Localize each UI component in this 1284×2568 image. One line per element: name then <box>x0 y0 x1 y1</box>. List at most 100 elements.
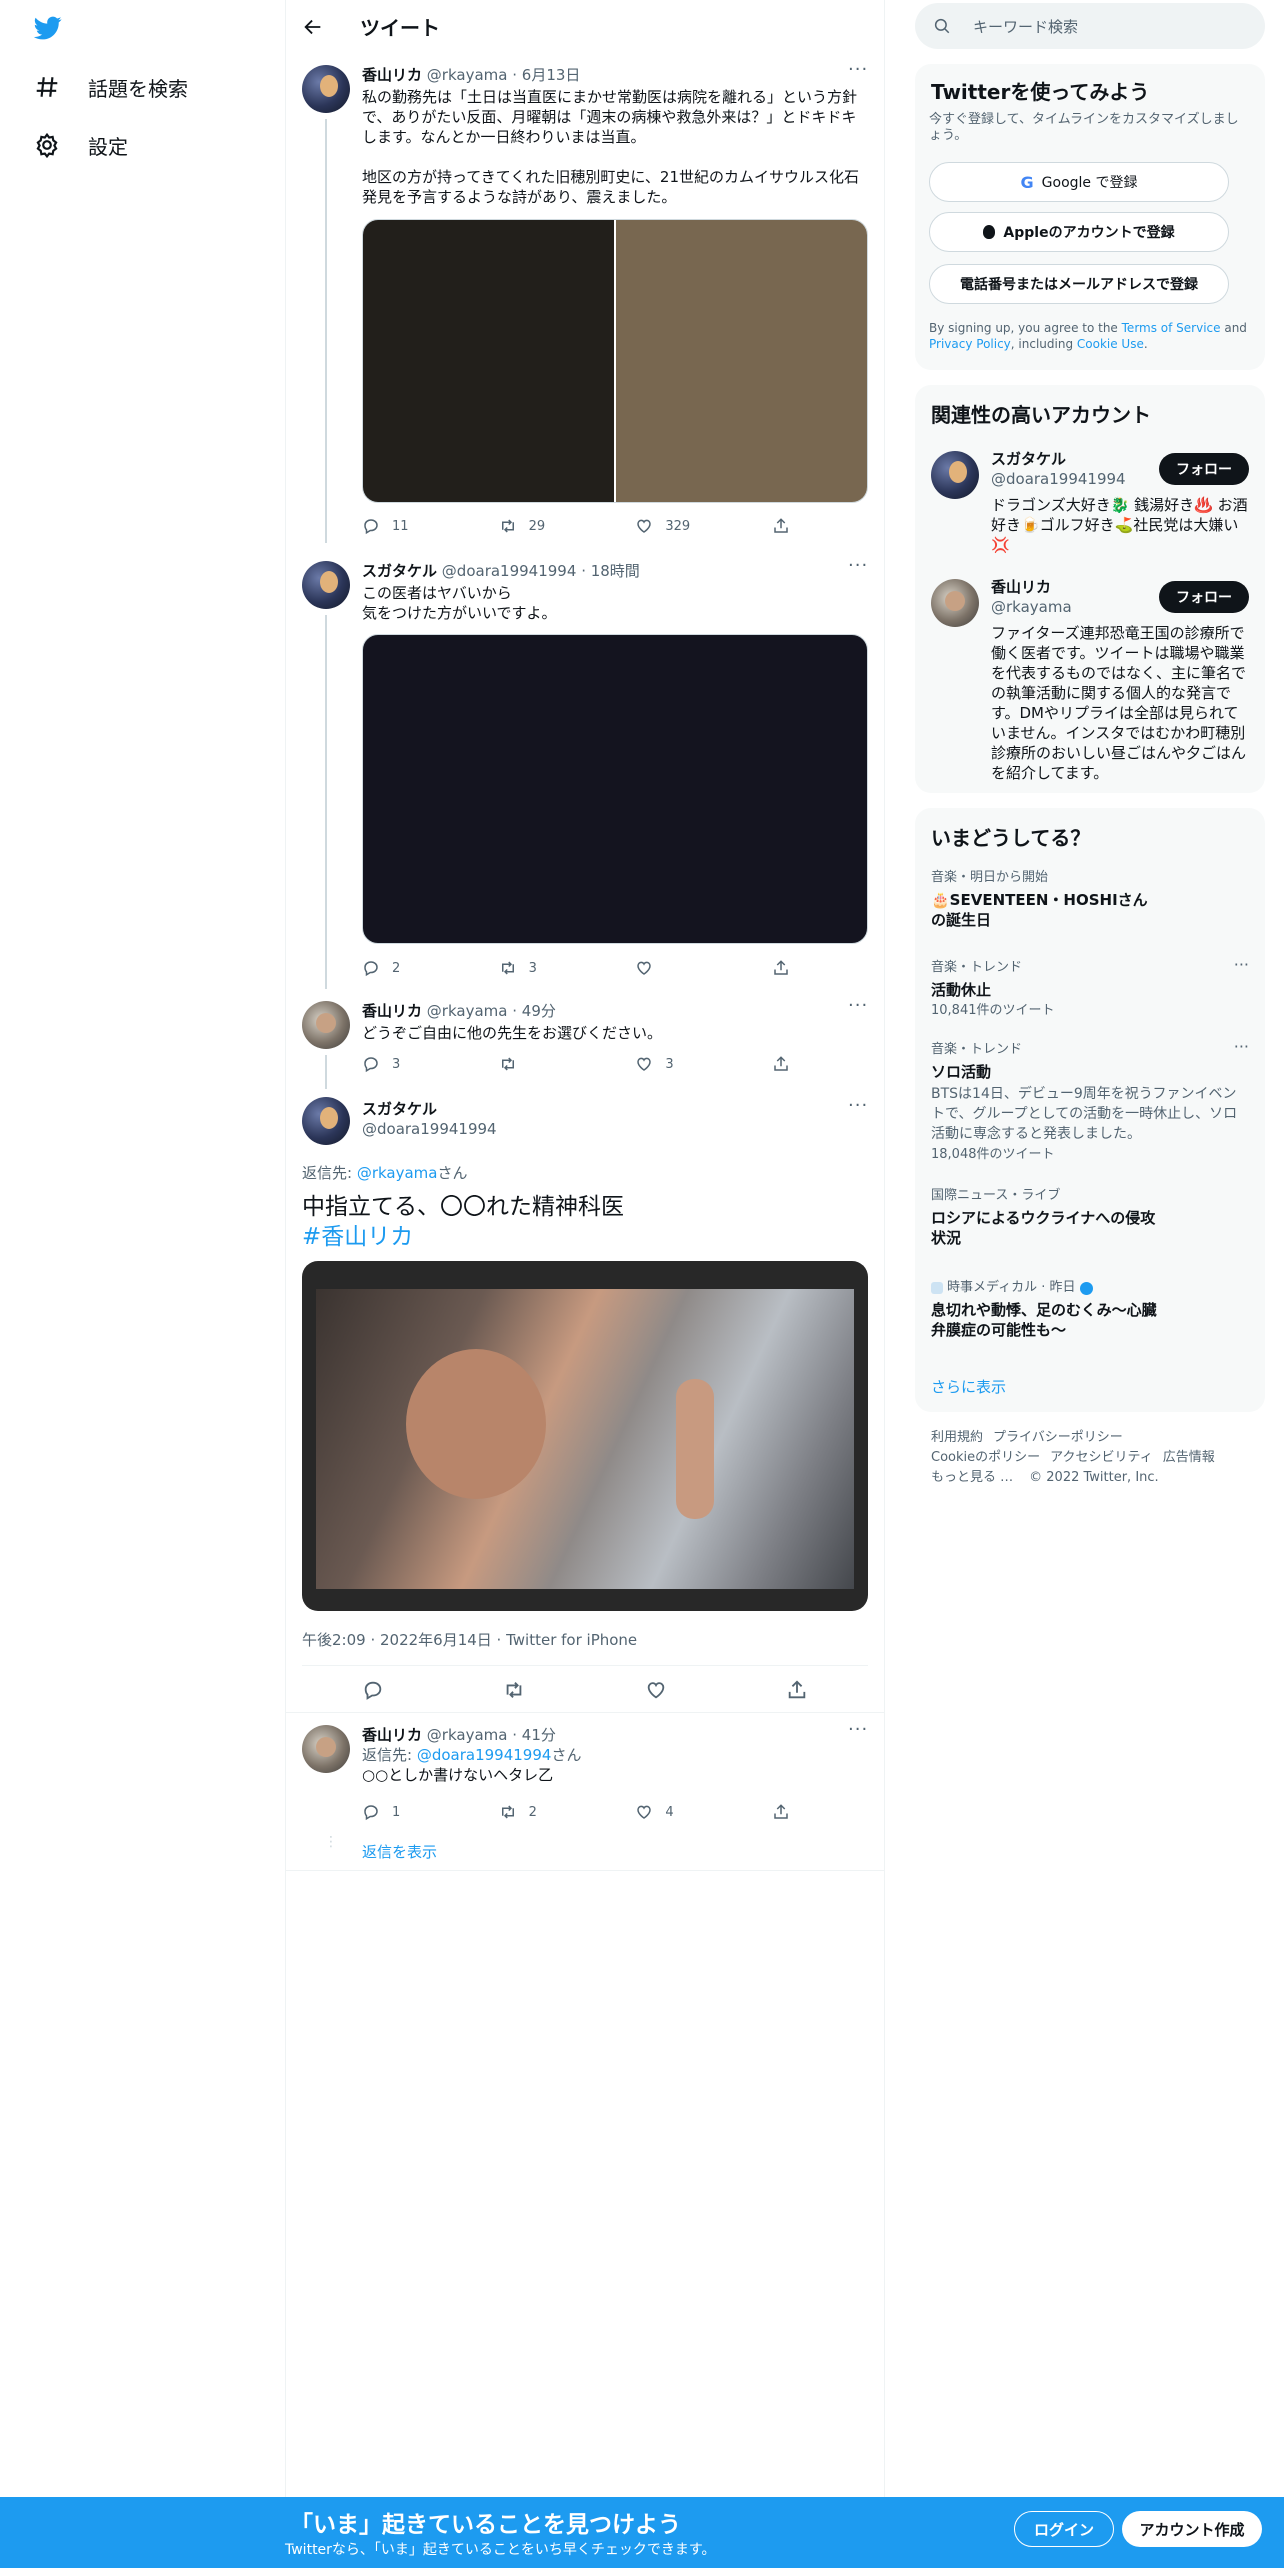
share-button[interactable] <box>772 1803 790 1821</box>
show-more-link[interactable]: さらに表示 <box>931 1376 1006 1397</box>
tweet-media[interactable] <box>362 219 868 503</box>
avatar[interactable] <box>302 1725 350 1773</box>
twitter-logo-icon[interactable] <box>32 14 64 42</box>
user-name[interactable]: 香山リカ <box>362 66 422 84</box>
more-icon[interactable]: ··· <box>848 1097 868 1121</box>
trend-item[interactable]: 国際ニュース・ライブ ロシアによるウクライナへの侵攻状況 <box>931 1188 1249 1248</box>
tweet-timestamp[interactable]: 午後2:09 · 2022年6月14日 · Twitter for iPhone <box>302 1629 637 1650</box>
reply-button[interactable]: 3 <box>362 1055 422 1073</box>
related-account[interactable]: 香山リカ @rkayama フォロー ファイターズ連邦恐竜王国の診療所で働く医者… <box>915 571 1265 782</box>
retweet-button[interactable]: 3 <box>499 959 559 977</box>
account-handle[interactable]: @doara19941994 <box>991 469 1126 489</box>
reply-button[interactable]: 1 <box>362 1803 422 1821</box>
tweet-time[interactable]: · 41分 <box>512 1726 556 1744</box>
login-button[interactable]: ログイン <box>1014 2511 1114 2547</box>
news-thumbnail-icon <box>931 1282 943 1294</box>
reply-icon[interactable] <box>362 1679 384 1701</box>
follow-button[interactable]: フォロー <box>1159 581 1249 613</box>
user-name[interactable]: 香山リカ <box>362 1002 422 1020</box>
signup-title: Twitterを使ってみよう <box>931 80 1150 104</box>
reply-button[interactable]: 11 <box>362 517 422 535</box>
share-button[interactable] <box>772 517 790 535</box>
show-replies-link[interactable]: 返信を表示 <box>362 1841 437 1862</box>
tweet-media[interactable] <box>362 634 868 944</box>
heart-icon[interactable] <box>645 1679 667 1701</box>
trend-item[interactable]: 音楽・トレンド ソロ活動 BTSは14日、デビュー9周年を祝うファンイベントで、… <box>931 1039 1249 1164</box>
like-button[interactable] <box>635 959 695 977</box>
reply-button[interactable]: 2 <box>362 959 422 977</box>
footer-link[interactable]: Cookieのポリシー <box>931 1450 1040 1465</box>
account-name[interactable]: 香山リカ <box>991 577 1072 597</box>
media-image-right[interactable] <box>615 220 867 502</box>
user-handle[interactable]: @rkayama <box>427 1002 508 1020</box>
photo-image[interactable] <box>316 1289 854 1589</box>
share-button[interactable] <box>772 1055 790 1073</box>
footer-link[interactable]: プライバシーポリシー <box>993 1430 1123 1445</box>
user-name[interactable]: スガタケル <box>362 562 437 580</box>
related-account[interactable]: スガタケル @doara19941994 フォロー ドラゴンズ大好き🐉 銭湯好き… <box>915 443 1265 563</box>
trend-item[interactable]: 音楽・明日から開始 🎂SEVENTEEN・HOSHIさんの誕生日 <box>931 870 1249 930</box>
thread-tweet[interactable]: ··· 香山リカ @rkayama · 49分 どうぞご自由に他の先生をお選びく… <box>286 989 884 1089</box>
search-box[interactable]: キーワード検索 <box>915 3 1265 49</box>
footer-link[interactable]: 利用規約 <box>931 1430 983 1445</box>
back-arrow-icon[interactable] <box>302 16 324 38</box>
privacy-link[interactable]: Privacy Policy <box>929 337 1011 351</box>
reply-to-link[interactable]: @rkayama <box>357 1164 438 1182</box>
signup-button[interactable]: アカウント作成 <box>1122 2511 1262 2547</box>
avatar[interactable] <box>931 579 979 627</box>
account-name[interactable]: スガタケル <box>991 449 1126 469</box>
trend-item[interactable]: 時事メディカル · 昨日 息切れや動悸、足のむくみ～心臓弁膜症の可能性も～ <box>931 1280 1249 1340</box>
retweet-button[interactable]: 2 <box>499 1803 559 1821</box>
tweet-media[interactable] <box>302 1261 868 1611</box>
share-icon[interactable] <box>786 1679 808 1701</box>
google-signup-button[interactable]: G Google で登録 <box>929 162 1229 202</box>
cookie-link[interactable]: Cookie Use <box>1077 337 1144 351</box>
avatar[interactable] <box>302 65 350 113</box>
reply-count: 2 <box>392 960 401 976</box>
terms-including: , including <box>1010 337 1077 351</box>
user-handle[interactable]: @rkayama <box>427 66 508 84</box>
retweet-button[interactable] <box>499 1055 559 1073</box>
user-name[interactable]: 香山リカ <box>362 1726 422 1744</box>
tweet-time[interactable]: · 6月13日 <box>512 66 580 84</box>
share-button[interactable] <box>772 959 790 977</box>
hashtag-link[interactable]: #香山リカ <box>302 1222 624 1252</box>
user-handle[interactable]: @rkayama <box>427 1726 508 1744</box>
retweet-button[interactable]: 29 <box>499 517 559 535</box>
footer-more-link[interactable]: もっと見る … <box>931 1470 1013 1485</box>
like-button[interactable]: 329 <box>635 517 695 535</box>
nav-item-settings[interactable]: 設定 <box>0 117 128 173</box>
more-icon[interactable]: ··· <box>1234 957 1249 973</box>
avatar[interactable] <box>302 1001 350 1049</box>
more-icon[interactable]: ··· <box>1234 1039 1249 1055</box>
nav-item-explore[interactable]: 話題を検索 <box>0 59 188 115</box>
avatar[interactable] <box>302 561 350 609</box>
reply-suffix: さん <box>437 1164 468 1182</box>
follow-button[interactable]: フォロー <box>1159 453 1249 485</box>
retweet-icon[interactable] <box>503 1679 525 1701</box>
terms-link[interactable]: Terms of Service <box>1122 321 1221 335</box>
user-handle[interactable]: @doara19941994 <box>442 562 577 580</box>
thread-tweet[interactable]: ··· 香山リカ @rkayama · 6月13日 私の勤務先は「土日は当直医に… <box>286 53 884 543</box>
footer-link[interactable]: アクセシビリティ <box>1050 1450 1153 1465</box>
user-handle[interactable]: @doara19941994 <box>362 1119 497 1139</box>
avatar[interactable] <box>931 451 979 499</box>
reply-to-link[interactable]: @doara19941994 <box>417 1746 552 1764</box>
trend-item[interactable]: 音楽・トレンド 活動休止 10,841件のツイート ··· <box>931 957 1249 1020</box>
apple-signup-button[interactable]: Appleのアカウントで登録 <box>929 212 1229 252</box>
user-name[interactable]: スガタケル <box>362 1099 497 1119</box>
trend-category: 音楽・明日から開始 <box>931 870 1049 885</box>
like-button[interactable]: 4 <box>635 1803 695 1821</box>
thread-tweet[interactable]: ··· スガタケル @doara19941994 · 18時間 この医者はヤバい… <box>286 543 884 989</box>
account-handle[interactable]: @rkayama <box>991 597 1072 617</box>
like-button[interactable]: 3 <box>635 1055 695 1073</box>
tweet-time[interactable]: · 18時間 <box>581 562 640 580</box>
reply-tweet[interactable]: ··· 香山リカ @rkayama · 41分 返信先: @doara19941… <box>286 1713 884 1871</box>
tweet-time[interactable]: · 49分 <box>512 1002 556 1020</box>
phone-signup-label: 電話番号またはメールアドレスで登録 <box>960 277 1198 293</box>
search-input[interactable]: キーワード検索 <box>973 16 1078 37</box>
phone-signup-button[interactable]: 電話番号またはメールアドレスで登録 <box>929 264 1229 304</box>
avatar[interactable] <box>302 1097 350 1145</box>
footer-link[interactable]: 広告情報 <box>1163 1450 1215 1465</box>
media-image-left[interactable] <box>363 220 614 502</box>
